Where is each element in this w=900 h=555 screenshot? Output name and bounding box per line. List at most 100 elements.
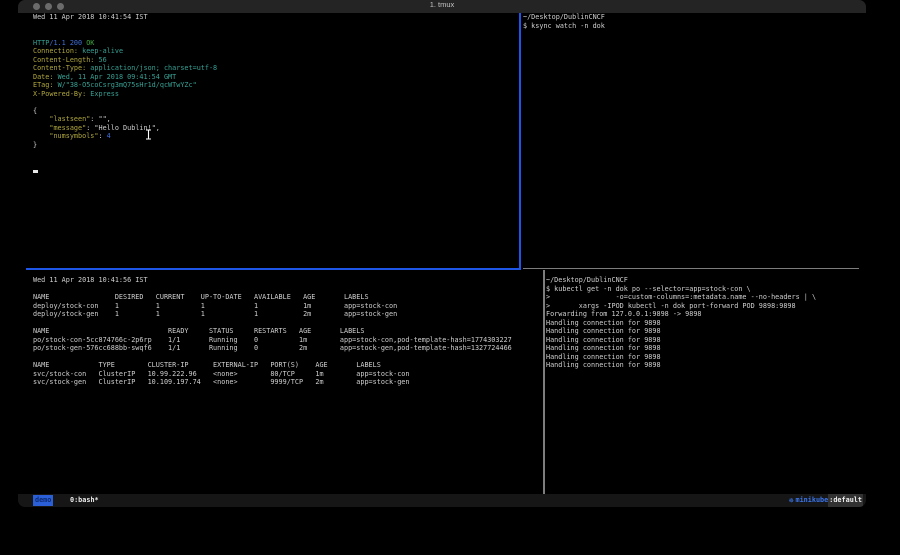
terminal-text: Handling connection for 9898 [546, 336, 661, 344]
terminal-line: Wed 11 Apr 2018 10:41:56 IST [33, 276, 538, 285]
terminal-line [33, 353, 538, 362]
terminal-line [33, 30, 517, 39]
zoom-button[interactable] [57, 3, 64, 10]
terminal-text: > -o=custom-columns=:metadata.name --no-… [546, 293, 816, 301]
terminal-text: "message" [49, 124, 86, 132]
terminal-block-cursor [33, 170, 38, 173]
terminal-text: X-Powered-By: [33, 90, 86, 98]
terminal-line: "lastseen": "", [33, 115, 517, 124]
pane-port-forward[interactable]: ~/Desktop/DublinCNCF$ kubectl get -n dok… [546, 276, 864, 370]
terminal-window: 1. tmux Wed 11 Apr 2018 10:41:54 IST HTTP… [18, 0, 866, 507]
terminal-text: HTTP [33, 39, 49, 47]
terminal-text: $ ksync watch -n dok [523, 22, 605, 30]
terminal-line: "numsymbols": 4 [33, 132, 517, 141]
tmux-status-bar: demo 0:bash* ☸ minikube :default [18, 494, 866, 507]
terminal-line: NAME DESIRED CURRENT UP-TO-DATE AVAILABL… [33, 293, 538, 302]
terminal-line: } [33, 141, 517, 150]
terminal-line: "message": "Hello Dublin!", [33, 124, 517, 133]
kube-namespace-label: :default [828, 494, 863, 507]
tmux-terminal: Wed 11 Apr 2018 10:41:54 IST HTTP/1.1 200… [18, 13, 866, 494]
terminal-line [33, 98, 517, 107]
terminal-text: NAME READY STATUS RESTARTS AGE LABELS [33, 327, 364, 335]
session-name-badge[interactable]: demo [33, 495, 53, 506]
terminal-line: > xargs -IPOD kubectl -n dok port-forwar… [546, 302, 864, 311]
terminal-text: deploy/stock-gen 1 1 1 1 2m app=stock-ge… [33, 310, 397, 318]
terminal-line: Forwarding from 127.0.0.1:9898 -> 9898 [546, 310, 864, 319]
terminal-line: svc/stock-gen ClusterIP 10.109.197.74 <n… [33, 378, 538, 387]
window-tab-bash[interactable]: 0:bash* [70, 494, 99, 507]
pane-ksync-watch[interactable]: ~/Desktop/DublinCNCF$ ksync watch -n dok [523, 13, 863, 30]
terminal-text: svc/stock-con ClusterIP 10.99.222.96 <no… [33, 370, 409, 378]
terminal-line: ~/Desktop/DublinCNCF [546, 276, 864, 285]
terminal-text: Express [90, 90, 119, 98]
terminal-text: deploy/stock-con 1 1 1 1 1m app=stock-co… [33, 302, 397, 310]
terminal-text: Handling connection for 9898 [546, 353, 661, 361]
kubernetes-helm-icon: ☸ [789, 494, 794, 507]
terminal-line: Handling connection for 9898 [546, 353, 864, 362]
terminal-text: ~/Desktop/DublinCNCF [523, 13, 605, 21]
terminal-line: > -o=custom-columns=:metadata.name --no-… [546, 293, 864, 302]
terminal-text: 56 [98, 56, 106, 64]
pane-divider-horizontal-right[interactable] [523, 268, 859, 269]
terminal-line: Content-Type: application/json; charset=… [33, 64, 517, 73]
terminal-text: } [33, 141, 37, 149]
terminal-line [33, 319, 538, 328]
terminal-text: : [98, 132, 106, 140]
terminal-text: po/stock-gen-576cc688bb-swqf6 1/1 Runnin… [33, 344, 512, 352]
close-button[interactable] [33, 3, 40, 10]
terminal-line: { [33, 107, 517, 116]
minimize-button[interactable] [45, 3, 52, 10]
terminal-text: Handling connection for 9898 [546, 319, 661, 327]
titlebar[interactable]: 1. tmux [18, 0, 866, 14]
terminal-line [33, 285, 538, 294]
terminal-text [33, 124, 49, 132]
desktop: 1. tmux Wed 11 Apr 2018 10:41:54 IST HTTP… [0, 0, 900, 555]
terminal-text: Content-Length: [33, 56, 94, 64]
pane-divider-vertical-bottom[interactable] [543, 270, 545, 494]
terminal-line: X-Powered-By: Express [33, 90, 517, 99]
terminal-line: po/stock-con-5cc874766c-2p6rp 1/1 Runnin… [33, 336, 538, 345]
terminal-line: ETag: W/"38-O5coCsrg3mQ75sHr1d/qcWTwYZc" [33, 81, 517, 90]
terminal-text: NAME TYPE CLUSTER-IP EXTERNAL-IP PORT(S)… [33, 361, 381, 369]
terminal-text: Connection: [33, 47, 78, 55]
terminal-line: Content-Length: 56 [33, 56, 517, 65]
terminal-line [33, 22, 517, 31]
terminal-text: Wed 11 Apr 2018 10:41:56 IST [33, 276, 148, 284]
terminal-line: svc/stock-con ClusterIP 10.99.222.96 <no… [33, 370, 538, 379]
terminal-line: Handling connection for 9898 [546, 327, 864, 336]
terminal-text: W/"38-O5coCsrg3mQ75sHr1d/qcWTwYZc" [58, 81, 197, 89]
pane-kubectl-get[interactable]: Wed 11 Apr 2018 10:41:56 IST NAME DESIRED… [33, 276, 538, 387]
terminal-line: Handling connection for 9898 [546, 344, 864, 353]
terminal-text: Handling connection for 9898 [546, 327, 661, 335]
terminal-text: Content-Type: [33, 64, 86, 72]
kube-status-segment: ☸ minikube :default [789, 494, 863, 507]
terminal-text [33, 115, 49, 123]
terminal-line: Handling connection for 9898 [546, 361, 864, 370]
terminal-text: Date: [33, 73, 53, 81]
terminal-line: NAME TYPE CLUSTER-IP EXTERNAL-IP PORT(S)… [33, 361, 538, 370]
terminal-text: /1.1 200 [49, 39, 86, 47]
terminal-text: ~/Desktop/DublinCNCF [546, 276, 628, 284]
terminal-text: Forwarding from 127.0.0.1:9898 -> 9898 [546, 310, 702, 318]
terminal-line: Wed 11 Apr 2018 10:41:54 IST [33, 13, 517, 22]
terminal-text: Handling connection for 9898 [546, 344, 661, 352]
terminal-text: Wed, 11 Apr 2018 09:41:54 GMT [58, 73, 177, 81]
terminal-line: ~/Desktop/DublinCNCF [523, 13, 863, 22]
terminal-text: > xargs -IPOD kubectl -n dok port-forwar… [546, 302, 796, 310]
traffic-lights [33, 3, 64, 10]
terminal-text: { [33, 107, 37, 115]
pane-divider-vertical-top[interactable] [519, 13, 521, 268]
terminal-line: deploy/stock-gen 1 1 1 1 2m app=stock-ge… [33, 310, 538, 319]
kube-context-label: minikube [796, 494, 829, 507]
pane-http-response[interactable]: Wed 11 Apr 2018 10:41:54 IST HTTP/1.1 200… [33, 13, 517, 149]
terminal-line: po/stock-gen-576cc688bb-swqf6 1/1 Runnin… [33, 344, 538, 353]
terminal-line: $ ksync watch -n dok [523, 22, 863, 31]
pane-divider-horizontal-left[interactable] [26, 268, 521, 270]
terminal-line: NAME READY STATUS RESTARTS AGE LABELS [33, 327, 538, 336]
terminal-text: keep-alive [82, 47, 123, 55]
terminal-text: "lastseen" [49, 115, 90, 123]
terminal-line: deploy/stock-con 1 1 1 1 1m app=stock-co… [33, 302, 538, 311]
terminal-text: NAME DESIRED CURRENT UP-TO-DATE AVAILABL… [33, 293, 369, 301]
window-title: 1. tmux [18, 0, 866, 9]
terminal-text: $ kubectl get -n dok po --selector=app=s… [546, 285, 751, 293]
